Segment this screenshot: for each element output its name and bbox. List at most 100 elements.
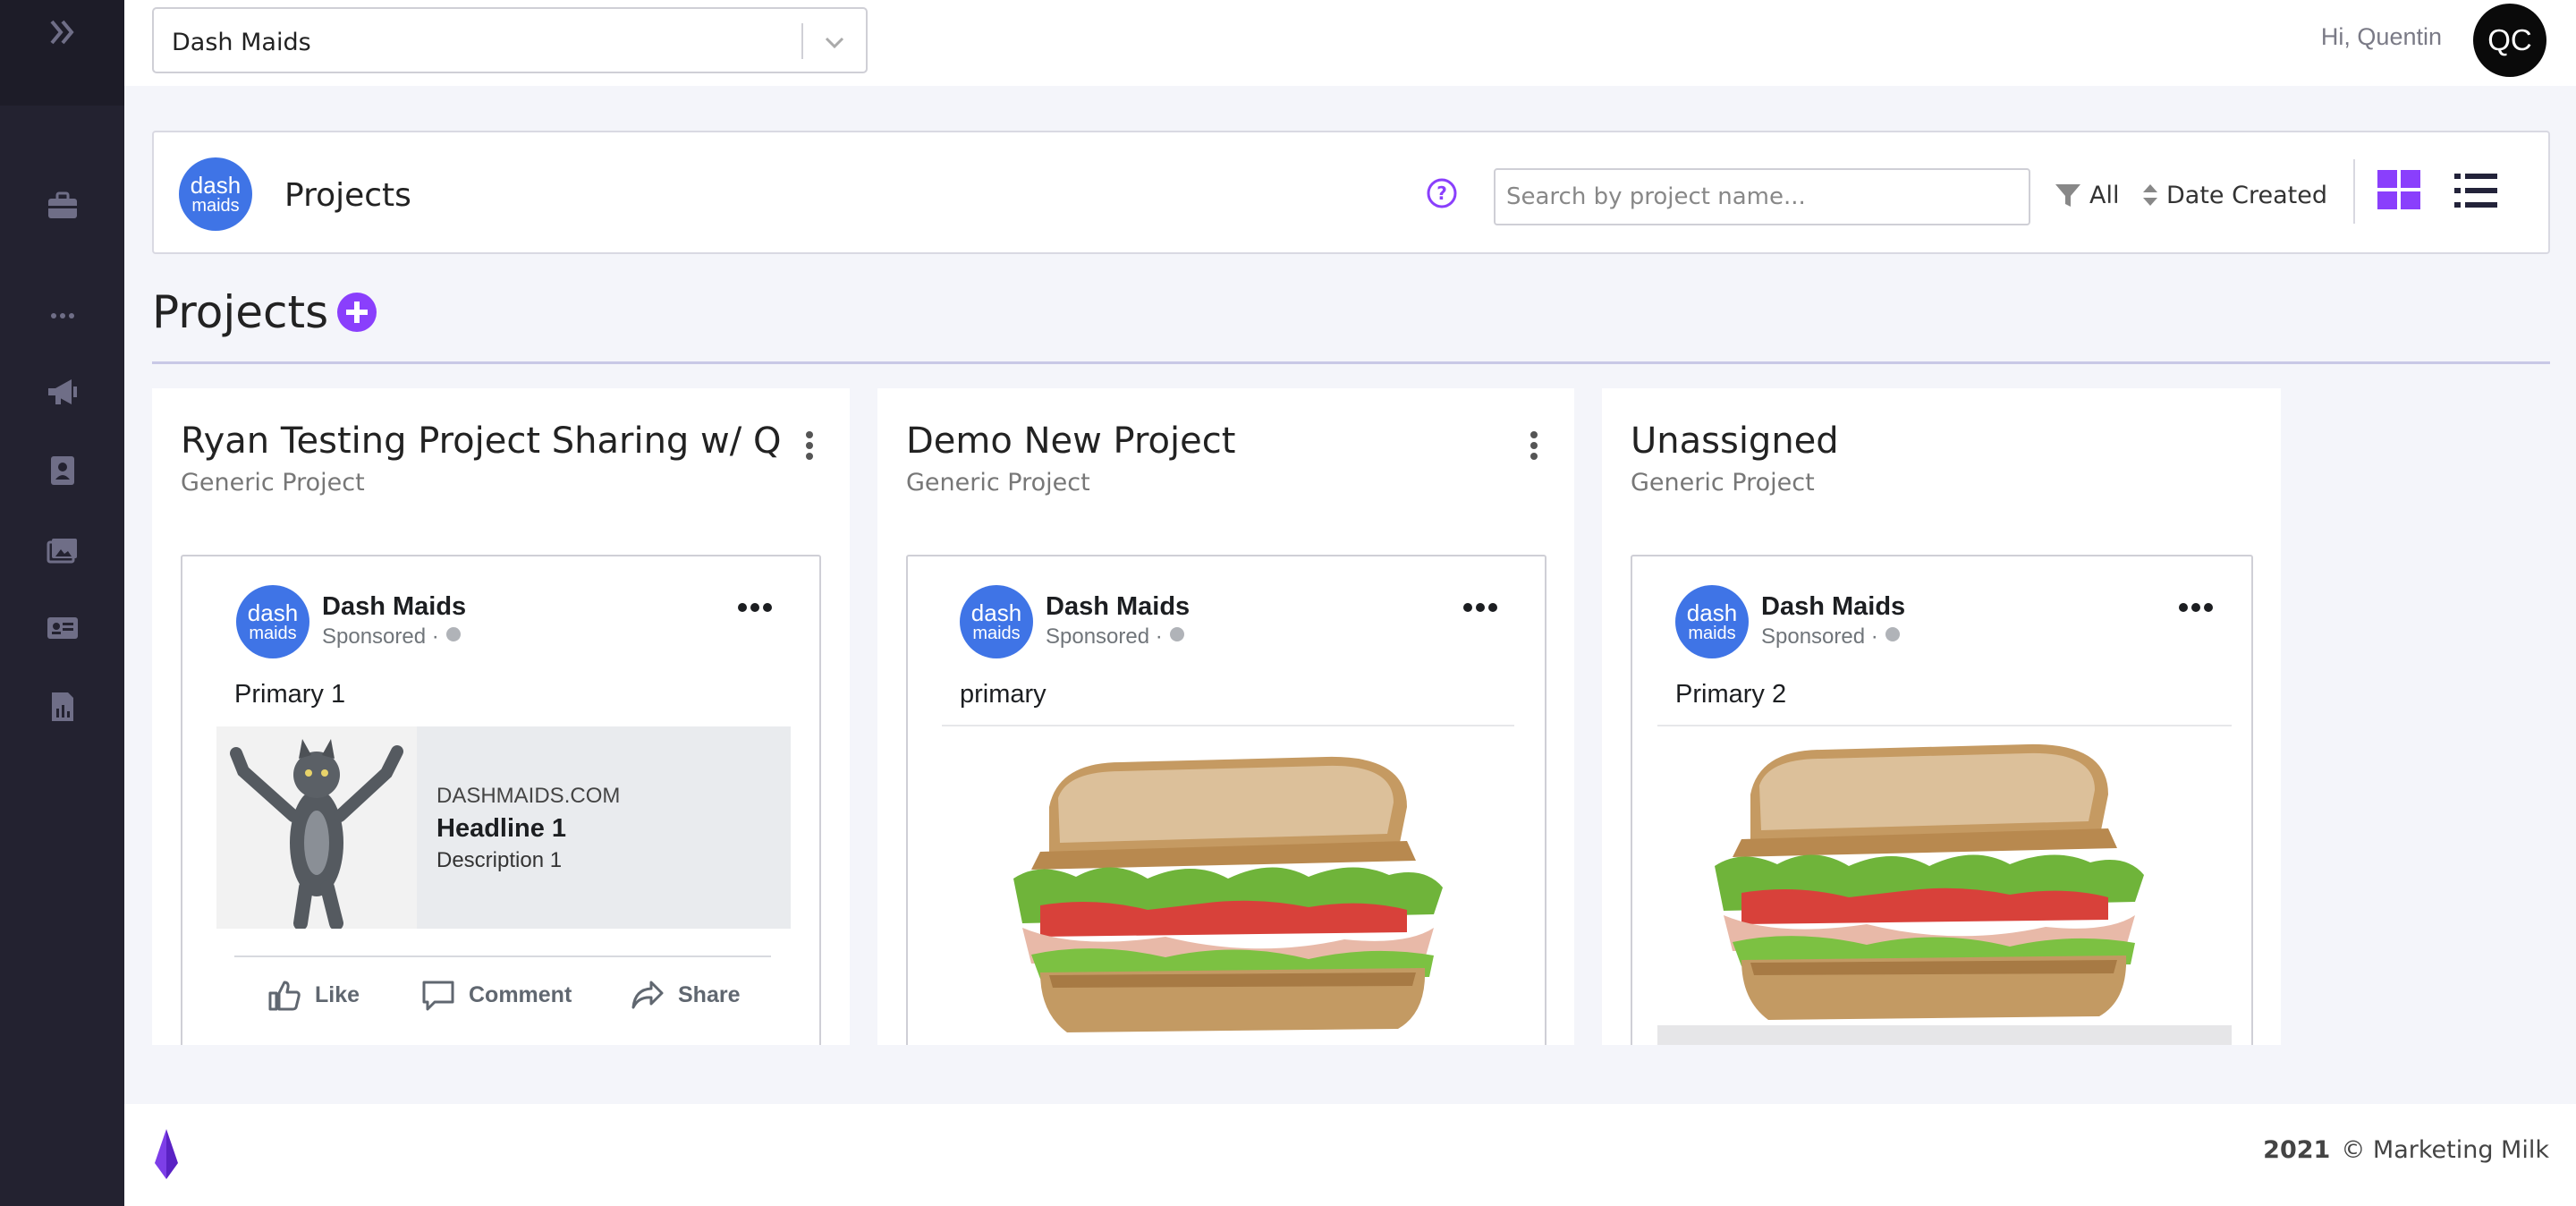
project-title[interactable]: Demo New Project <box>906 420 1235 462</box>
sandwich-image <box>1715 743 2144 1020</box>
project-search-input[interactable] <box>1494 168 2030 225</box>
project-title[interactable]: Ryan Testing Project Sharing w/ Q <box>181 420 781 462</box>
footer-copyright: 2021 © Marketing Milk <box>2263 1136 2549 1164</box>
comment-button[interactable]: Comment <box>420 977 572 1013</box>
marketing-milk-logo-icon <box>155 1129 178 1179</box>
chevron-down-icon[interactable] <box>821 29 848 55</box>
like-label: Like <box>315 981 360 1007</box>
more-dots-icon[interactable] <box>45 298 80 334</box>
brand-logo-line1: dash <box>190 172 242 199</box>
report-chart-icon[interactable] <box>45 689 80 725</box>
ad-sponsored-text: Sponsored · <box>1046 624 1169 649</box>
project-card[interactable]: Ryan Testing Project Sharing w/ Q Generi… <box>152 388 850 1045</box>
ad-sponsored-label: Sponsored · <box>1046 624 1186 650</box>
ad-primary-text: primary <box>960 680 1046 709</box>
project-card[interactable]: Demo New Project Generic Project dash ma… <box>877 388 1574 1045</box>
thumbs-up-icon <box>268 981 301 1011</box>
ad-avatar-line2: maids <box>972 624 1021 643</box>
view-divider <box>2353 159 2355 224</box>
ad-avatar-line2: maids <box>1688 624 1736 643</box>
ad-page-avatar: dash maids <box>960 585 1033 658</box>
user-avatar[interactable]: QC <box>2473 4 2546 77</box>
ad-sponsored-text: Sponsored · <box>322 624 445 649</box>
ad-preview[interactable]: dash maids Dash Maids Sponsored · Primar… <box>1631 555 2253 1045</box>
help-icon[interactable]: ? <box>1426 177 1458 209</box>
ad-avatar-line1: dash <box>970 599 1022 626</box>
project-type: Generic Project <box>181 469 365 497</box>
ad-sponsored-label: Sponsored · <box>322 624 462 650</box>
ad-preview[interactable]: dash maids Dash Maids Sponsored · Primar… <box>181 555 821 1045</box>
ad-page-name: Dash Maids <box>322 592 467 621</box>
megaphone-icon[interactable] <box>45 374 80 410</box>
like-button[interactable]: Like <box>267 977 360 1013</box>
sort-button[interactable]: Date Created <box>2141 168 2327 222</box>
ad-primary-text: Primary 2 <box>1675 680 1787 709</box>
expand-icon[interactable] <box>45 14 80 50</box>
ad-primary-divider <box>942 725 1514 726</box>
comment-label: Comment <box>469 981 572 1007</box>
share-icon <box>631 981 664 1009</box>
project-card[interactable]: Unassigned Generic Project dash maids Da… <box>1602 388 2281 1045</box>
more-horizontal-icon[interactable] <box>2178 601 2214 614</box>
section-divider <box>152 361 2550 364</box>
id-card-icon[interactable] <box>45 610 80 646</box>
top-bar: Dash Maids Hi, Quentin QC <box>124 0 2576 86</box>
ad-page-name: Dash Maids <box>1046 592 1191 621</box>
kebab-menu-icon[interactable] <box>796 428 823 463</box>
kebab-menu-icon[interactable] <box>1521 428 1547 463</box>
project-type: Generic Project <box>1631 469 1815 497</box>
sort-label: Date Created <box>2166 181 2327 209</box>
ad-preview[interactable]: dash maids Dash Maids Sponsored · primar… <box>906 555 1546 1045</box>
panel-title: Projects <box>284 177 411 214</box>
ad-link-domain: DASHMAIDS.COM <box>436 784 621 808</box>
sort-icon <box>2143 184 2157 206</box>
footer-owner: © Marketing Milk <box>2341 1136 2549 1164</box>
user-greeting: Hi, Quentin <box>2320 23 2442 50</box>
section-title: Projects <box>152 286 329 338</box>
filter-icon <box>2055 184 2080 207</box>
images-icon[interactable] <box>45 531 80 567</box>
ad-sponsored-text: Sponsored · <box>1761 624 1885 649</box>
ad-sponsored-label: Sponsored · <box>1761 624 1902 650</box>
grid-view-icon[interactable] <box>2376 168 2422 213</box>
ad-actions-divider <box>234 955 771 957</box>
brand-logo-line2: maids <box>191 196 240 216</box>
select-separator <box>801 23 803 59</box>
project-type: Generic Project <box>906 469 1090 497</box>
filter-label: All <box>2089 181 2120 209</box>
svg-text:?: ? <box>1436 183 1447 204</box>
footer-year: 2021 <box>2263 1136 2331 1164</box>
ad-primary-divider <box>1657 725 2232 726</box>
ad-avatar-line1: dash <box>1686 599 1738 626</box>
contact-book-icon[interactable] <box>45 453 80 488</box>
filter-button[interactable]: All <box>2054 168 2119 222</box>
ad-avatar-line1: dash <box>247 599 299 626</box>
brand-logo: dash maids <box>179 157 252 231</box>
list-view-icon[interactable] <box>2453 168 2499 213</box>
share-button[interactable]: Share <box>630 977 740 1013</box>
account-select[interactable]: Dash Maids <box>152 7 868 73</box>
account-select-value: Dash Maids <box>172 29 311 56</box>
ad-primary-text: Primary 1 <box>234 680 346 709</box>
projects-header-panel: dash maids Projects ? All Date Created <box>152 131 2550 254</box>
dancing-cat-image <box>216 726 417 929</box>
more-horizontal-icon[interactable] <box>1462 601 1498 614</box>
project-title[interactable]: Unassigned <box>1631 420 1839 462</box>
ad-link-strip <box>1657 1025 2232 1045</box>
ad-page-avatar: dash maids <box>236 585 309 658</box>
more-horizontal-icon[interactable] <box>737 601 773 614</box>
share-label: Share <box>678 981 741 1007</box>
comment-icon <box>422 981 454 1011</box>
add-project-icon[interactable] <box>336 292 377 333</box>
sidebar <box>0 0 124 1206</box>
sandwich-image <box>1013 756 1443 1032</box>
globe-icon <box>446 627 462 641</box>
ad-link-preview[interactable]: DASHMAIDS.COM Headline 1 Description 1 <box>216 726 791 929</box>
ad-avatar-line2: maids <box>249 624 297 643</box>
ad-page-name: Dash Maids <box>1761 592 1906 621</box>
ad-headline: Headline 1 <box>436 814 567 843</box>
sidebar-header <box>0 0 124 106</box>
ad-description: Description 1 <box>436 848 563 872</box>
briefcase-icon[interactable] <box>45 188 80 224</box>
globe-icon <box>1170 627 1185 641</box>
